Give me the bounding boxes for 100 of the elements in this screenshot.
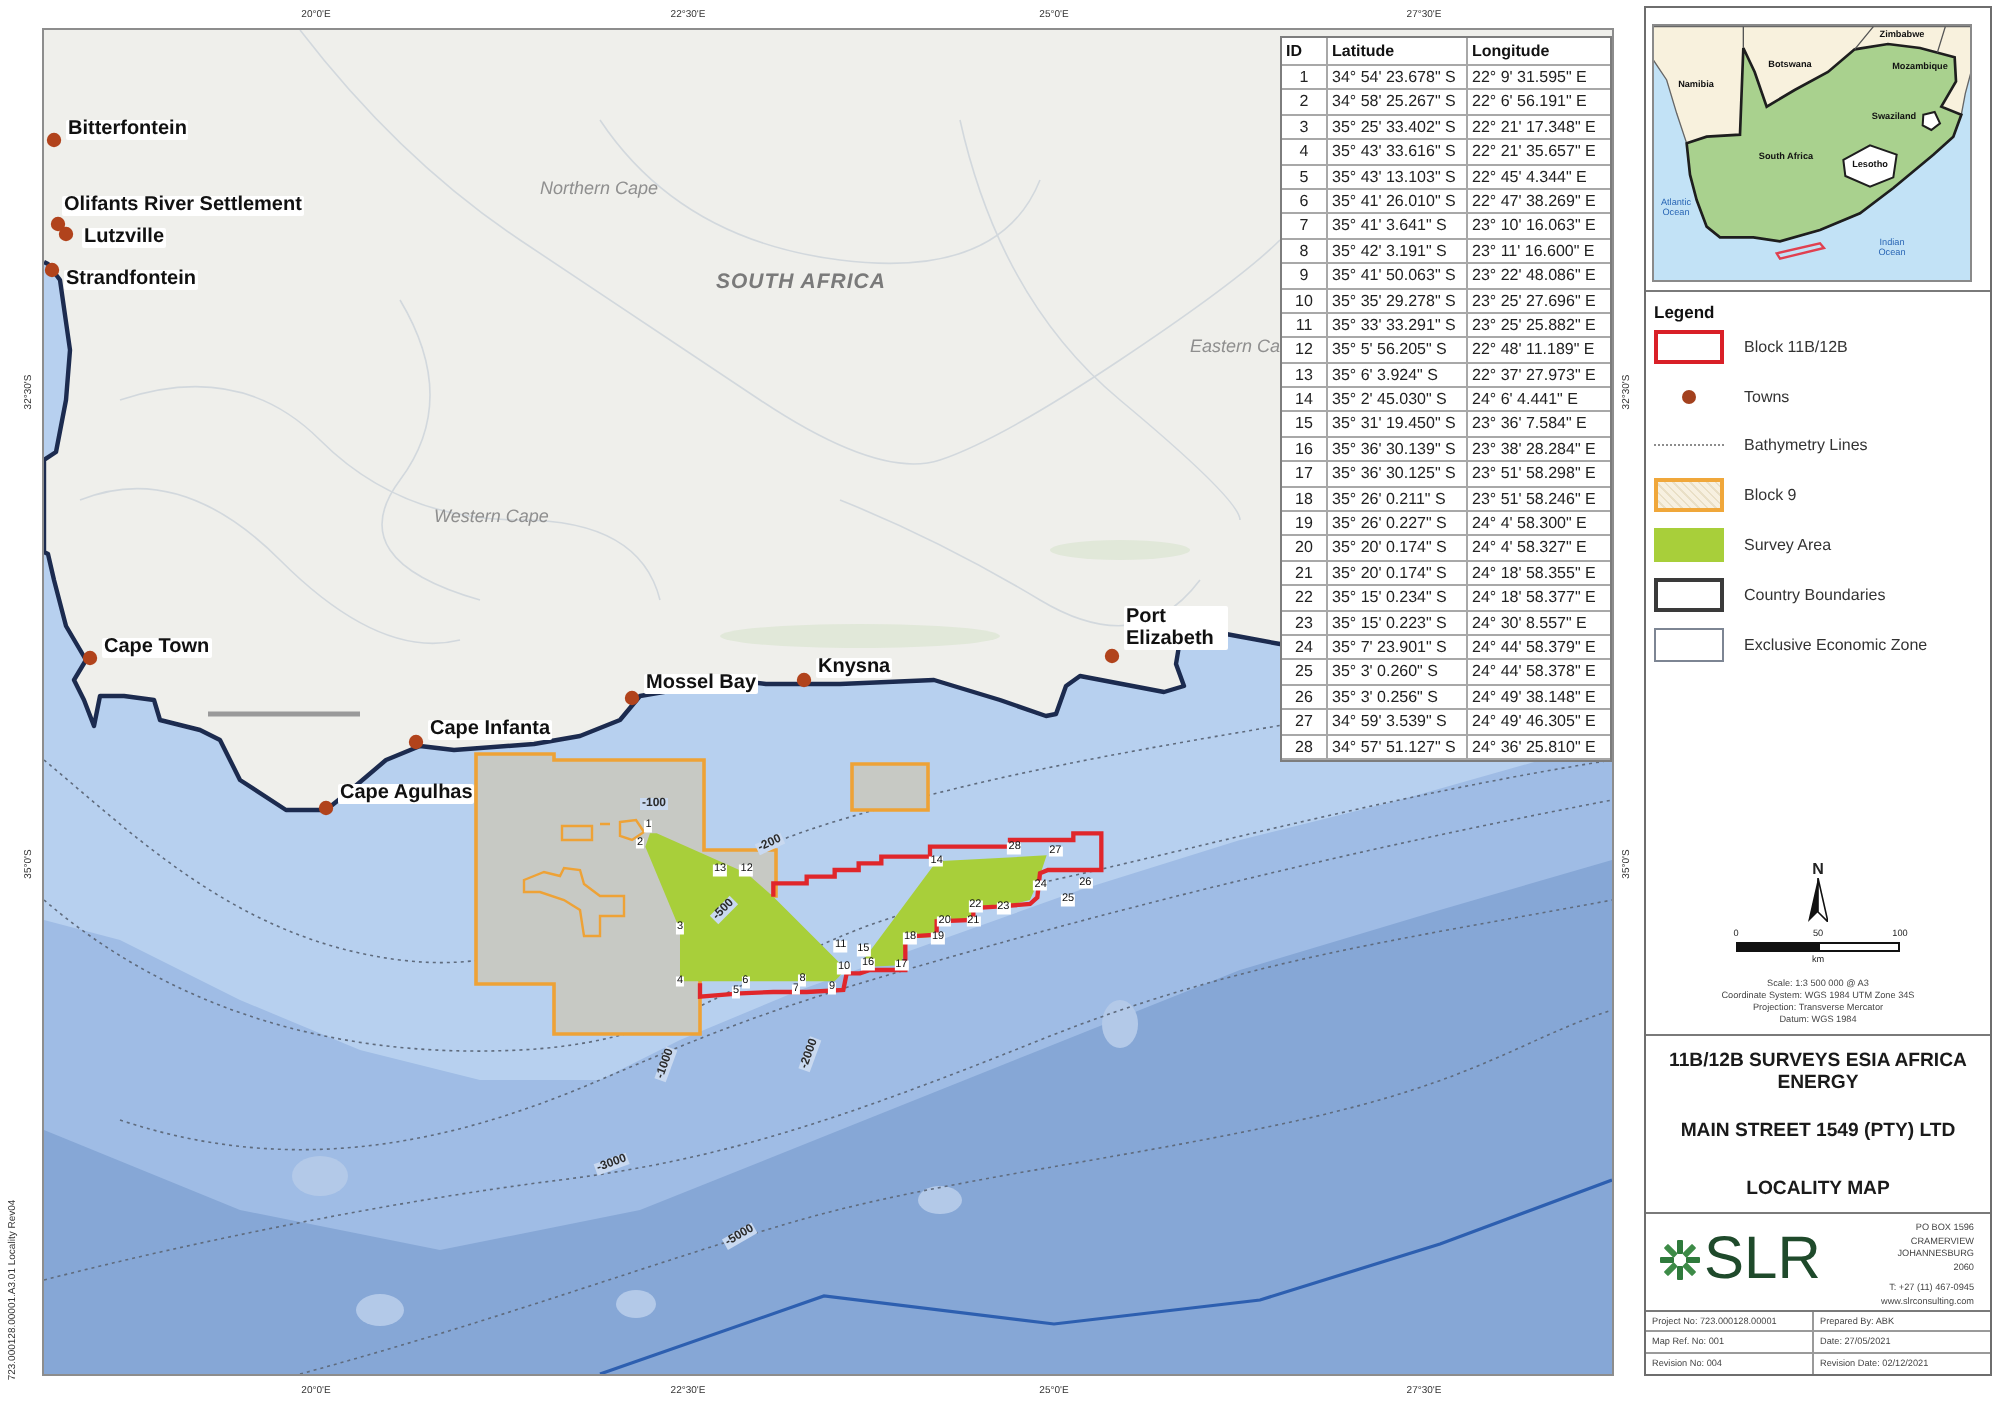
table-cell: 22° 37' 27.973" E [1468,363,1610,389]
table-cell: 35° 6' 3.924" S [1328,363,1468,389]
town-marker-icon [46,132,62,148]
town-label: Bitterfontein [66,120,189,140]
town-marker-icon [82,650,98,666]
table-cell: 22° 21' 17.348" E [1468,115,1610,141]
region-label: Eastern Ca [1190,338,1281,356]
table-cell: 23° 51' 58.246" E [1468,487,1610,513]
town-label: Cape Town [102,638,212,658]
table-cell: 21 [1282,561,1328,587]
table-cell: 23° 38' 28.284" E [1468,437,1610,463]
table-cell: 35° 3' 0.260" S [1328,660,1468,686]
table-cell: 24° 4' 58.300" E [1468,512,1610,537]
town-label: Cape Agulhas [338,784,475,804]
town-label: Cape Infanta [428,720,553,740]
table-cell: 22° 47' 38.269" E [1468,189,1610,215]
table-cell: 24° 6' 4.441" E [1468,388,1610,413]
table-cell: 22° 48' 11.189" E [1468,338,1610,364]
table-cell: 23° 51' 58.298" E [1468,462,1610,488]
enclave-area [1921,110,1942,132]
town-marker-icon [796,672,812,688]
table-cell: 35° 42' 3.191" S [1328,239,1468,265]
legend-label: Exclusive Economic Zone [1744,635,1928,654]
town-label: Mossel Bay [644,674,759,694]
legend-label: Block 11B/12B [1744,337,1848,356]
table-cell: 24° 4' 58.327" E [1468,536,1610,562]
sub-block-outline [522,818,646,938]
table-cell: 13 [1282,363,1328,389]
table-cell: 24° 49' 38.148" E [1468,685,1610,711]
town-marker-icon [624,690,640,706]
client-name: MAIN STREET 1549 (PTY) LTD [1680,1120,1956,1142]
table-cell: 24 [1282,635,1328,661]
table-cell: 15 [1282,412,1328,438]
seamount [616,1290,656,1318]
legend-label: Survey Area [1744,536,1832,555]
table-cell: 24° 18' 58.355" E [1468,561,1610,587]
table-cell: 2 [1282,90,1328,116]
table-cell: 35° 20' 0.174" S [1328,561,1468,587]
town-label: Strandfontein [64,270,198,290]
block-boundary [1774,242,1827,260]
legend-title: Legend [1654,302,1715,322]
table-cell: 35° 15' 0.223" S [1328,611,1468,636]
seamount [356,1294,404,1326]
table-cell: 18 [1282,487,1328,513]
table-cell: 14 [1282,388,1328,413]
table-cell: 24° 44' 58.379" E [1468,635,1610,661]
table-cell: 35° 35' 29.278" S [1328,289,1468,314]
table-cell: 22° 6' 56.191" E [1468,90,1610,116]
table-cell: 35° 31' 19.450" S [1328,412,1468,438]
table-cell: 24° 18' 58.377" E [1468,586,1610,612]
project-title: 11B/12B SURVEYS ESIA AFRICA ENERGY [1667,1050,1969,1094]
table-cell: 23° 10' 16.063" E [1468,214,1610,240]
town-marker-icon [318,800,334,816]
table-cell: 34° 58' 25.267" S [1328,90,1468,116]
town-label: Lutzville [82,228,167,248]
table-cell: 34° 59' 3.539" S [1328,710,1468,736]
table-cell: 35° 20' 0.174" S [1328,536,1468,562]
table-cell: 22° 21' 35.657" E [1468,140,1610,166]
town-marker-icon [1104,648,1120,664]
town-label: Olifants River Settlement [62,196,304,216]
table-header-cell: ID [1282,38,1328,66]
table-cell: 35° 41' 50.063" S [1328,264,1468,290]
town-marker-icon [44,262,60,278]
table-cell: 24° 44' 58.378" E [1468,660,1610,686]
table-cell: 35° 43' 33.616" S [1328,140,1468,166]
table-cell: 23° 22' 48.086" E [1468,264,1610,290]
north-arrow-icon [1808,878,1828,922]
table-cell: 11 [1282,313,1328,339]
table-cell: 35° 5' 56.205" S [1328,338,1468,364]
table-cell: 35° 26' 0.227" S [1328,512,1468,537]
legend-label: Country Boundaries [1744,585,1886,604]
enclave-area [1842,144,1898,188]
table-header-cell: Latitude [1328,38,1468,66]
table-cell: 5 [1282,165,1328,190]
table-cell: 35° 41' 3.641" S [1328,214,1468,240]
table-cell: 23° 25' 25.882" E [1468,313,1610,339]
table-cell: 4 [1282,140,1328,166]
table-cell: 35° 7' 23.901" S [1328,635,1468,661]
table-cell: 25 [1282,660,1328,686]
table-cell: 7 [1282,214,1328,240]
table-cell: 35° 26' 0.211" S [1328,487,1468,513]
region-label: Western Cape [434,508,549,526]
table-cell: 23° 11' 16.600" E [1468,239,1610,265]
logo-text: SLR [1704,1236,1821,1284]
table-cell: 35° 33' 33.291" S [1328,313,1468,339]
table-cell: 24° 36' 25.810" E [1468,735,1610,760]
table-cell: 23° 36' 7.584" E [1468,412,1610,438]
region-label: Northern Cape [540,180,659,198]
table-cell: 19 [1282,512,1328,537]
table-cell: 10 [1282,289,1328,314]
table-cell: 35° 43' 13.103" S [1328,165,1468,190]
table-cell: 17 [1282,462,1328,488]
seamount [1102,1000,1138,1048]
table-cell: 35° 41' 26.010" S [1328,189,1468,215]
table-cell: 35° 3' 0.256" S [1328,685,1468,711]
table-cell: 23 [1282,611,1328,636]
north-label: N [1812,860,1824,878]
legend-label: Bathymetry Lines [1744,436,1868,455]
table-cell: 35° 15' 0.234" S [1328,586,1468,612]
table-cell: 35° 25' 33.402" S [1328,115,1468,141]
